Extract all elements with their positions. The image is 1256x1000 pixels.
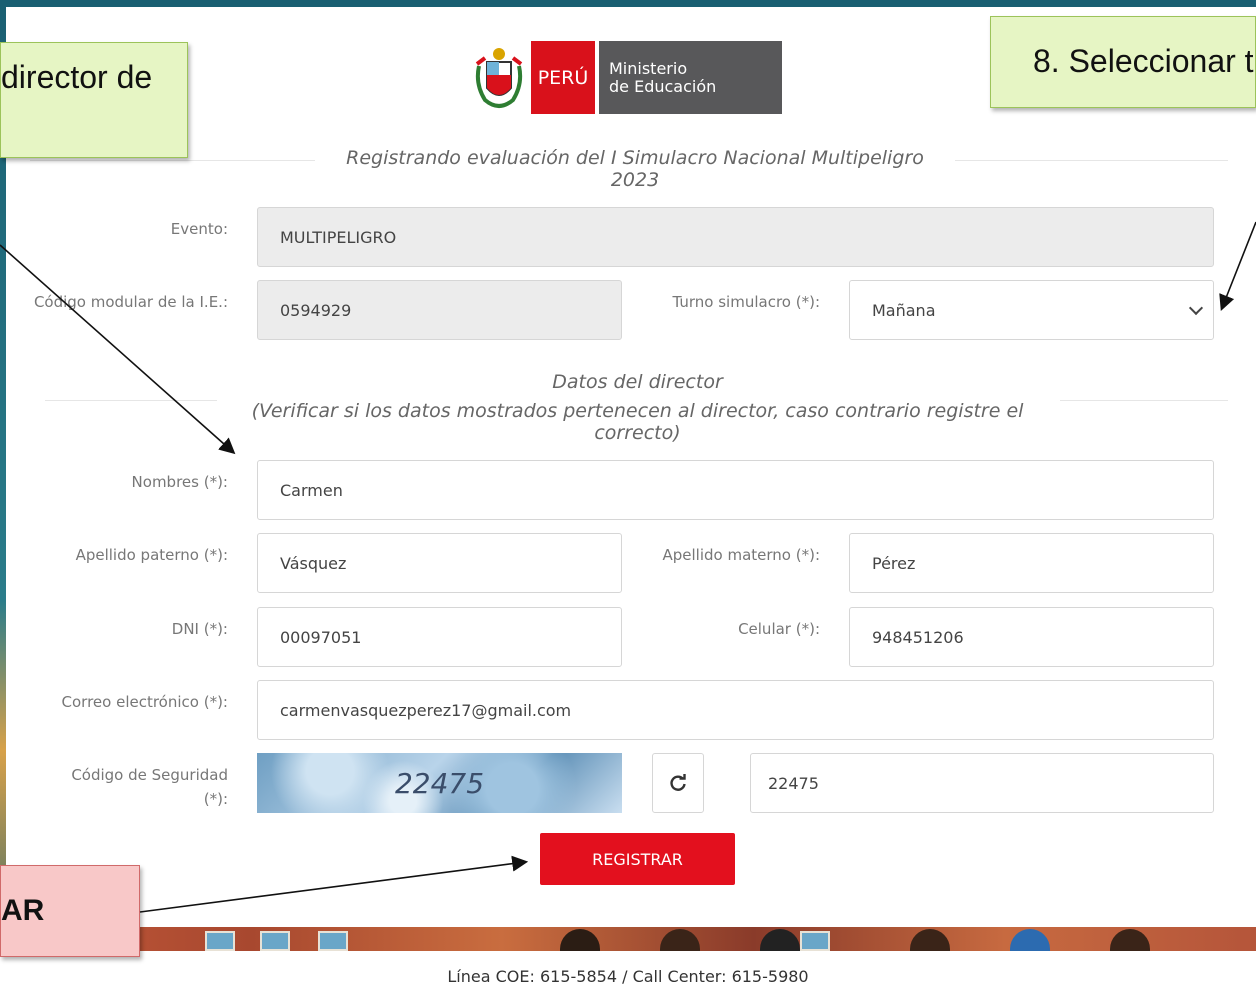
logo-ministry-line2: de Educación	[609, 76, 717, 96]
apellido-materno-label: Apellido materno (*):	[662, 546, 820, 564]
footer-contact: Línea COE: 615-5854 / Call Center: 615-5…	[447, 967, 809, 986]
dni-field[interactable]: 00097051	[257, 607, 622, 667]
callout-seleccionar-turno: 8. Seleccionar t	[990, 16, 1256, 108]
page-title: Registrando evaluación del I Simulacro N…	[346, 147, 924, 191]
apellido-materno-field[interactable]: Pérez	[849, 533, 1214, 593]
codigo-modular-label: Código modular de la I.E.:	[33, 293, 228, 311]
apellido-paterno-label: Apellido paterno (*):	[75, 546, 228, 564]
codigo-seguridad-field[interactable]: 22475	[750, 753, 1214, 813]
celular-label: Celular (*):	[738, 620, 820, 638]
director-section-subtitle: (Verificar si los datos mostrados perten…	[251, 400, 1024, 444]
dni-label: DNI (*):	[171, 620, 228, 638]
callout-director: director de	[0, 42, 188, 158]
divider-right	[955, 160, 1228, 161]
logo-ministry-line1: Ministerio	[609, 58, 688, 78]
turno-label: Turno simulacro (*):	[672, 293, 821, 311]
divider-left	[30, 160, 315, 161]
coat-of-arms-icon	[475, 48, 523, 108]
turno-select[interactable]: Mañana	[849, 280, 1214, 340]
nombres-label: Nombres (*):	[131, 473, 228, 491]
correo-label: Correo electrónico (*):	[61, 693, 228, 711]
divider-director-left	[45, 400, 217, 401]
footer-illustration	[0, 927, 1256, 959]
captcha-image: 22475	[257, 753, 622, 813]
refresh-icon	[670, 774, 686, 791]
chevron-down-icon	[1188, 300, 1204, 316]
evento-field[interactable]: MULTIPELIGRO	[257, 207, 1214, 267]
callout-registrar: AR	[0, 865, 140, 957]
logo-peru: PERÚ	[531, 41, 595, 114]
nombres-field[interactable]: Carmen	[257, 460, 1214, 520]
footer: Línea COE: 615-5854 / Call Center: 615-5…	[0, 951, 1256, 1000]
divider-director-right	[1060, 400, 1228, 401]
codigo-modular-field[interactable]: 0594929	[257, 280, 622, 340]
correo-field[interactable]: carmenvasquezperez17@gmail.com	[257, 680, 1214, 740]
director-section-title: Datos del director	[552, 371, 723, 393]
refresh-captcha-button[interactable]	[652, 753, 704, 813]
evento-label: Evento:	[170, 220, 228, 238]
celular-field[interactable]: 948451206	[849, 607, 1214, 667]
turno-selected-value: Mañana	[872, 300, 936, 320]
codigo-seguridad-label: Código de Seguridad (*):	[71, 766, 228, 808]
minedu-logo: PERÚ Ministerio de Educación	[473, 40, 783, 116]
apellido-paterno-field[interactable]: Vásquez	[257, 533, 622, 593]
captcha-text: 22475	[394, 766, 485, 800]
registrar-button[interactable]: REGISTRAR	[540, 833, 735, 885]
logo-ministry: Ministerio de Educación	[599, 41, 782, 114]
